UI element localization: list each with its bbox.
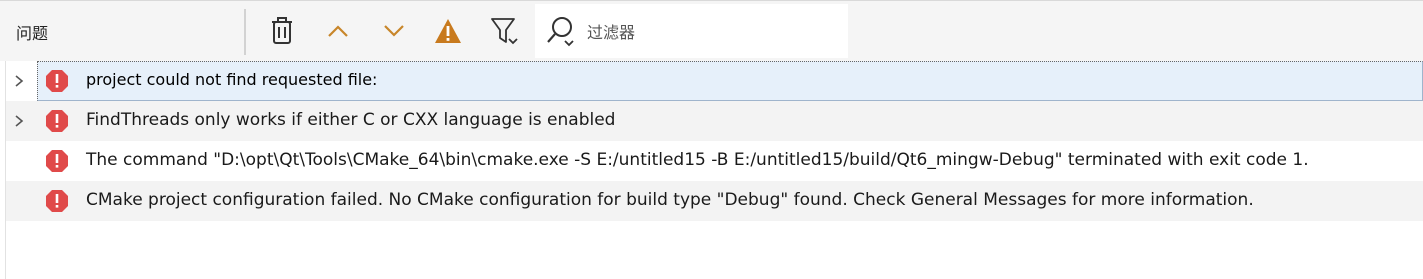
clear-button[interactable] <box>266 15 298 47</box>
issue-row[interactable]: The command "D:\opt\Qt\Tools\CMake_64\bi… <box>6 141 1423 181</box>
issue-message: CMake project configuration failed. No C… <box>86 190 1254 210</box>
issues-toolbar: 问题 <box>0 0 1423 61</box>
chevron-down-icon <box>384 25 404 37</box>
filter-box <box>535 4 848 58</box>
chevron-right-icon[interactable] <box>14 114 24 128</box>
error-icon <box>46 70 68 92</box>
issues-list: project could not find requested file: F… <box>0 61 1423 279</box>
filter-input[interactable] <box>585 18 839 46</box>
issue-message: FindThreads only works if either C or CX… <box>86 110 616 130</box>
filter-icon <box>491 18 518 45</box>
filter-menu-button[interactable] <box>489 15 521 47</box>
error-icon <box>46 110 68 132</box>
warning-icon <box>435 19 461 43</box>
issue-row[interactable]: FindThreads only works if either C or CX… <box>6 101 1423 141</box>
previous-button[interactable] <box>322 15 354 47</box>
error-icon <box>46 150 68 172</box>
chevron-right-icon[interactable] <box>14 74 24 88</box>
chevron-up-icon <box>328 25 348 37</box>
trash-icon <box>272 17 292 44</box>
error-icon <box>46 190 68 212</box>
issue-row[interactable]: CMake project configuration failed. No C… <box>6 181 1423 221</box>
issue-row[interactable]: project could not find requested file: <box>6 61 1423 101</box>
toolbar-divider <box>244 9 246 55</box>
panel-title: 问题 <box>16 24 49 43</box>
issue-message: project could not find requested file: <box>86 70 378 89</box>
search-icon <box>547 17 574 47</box>
issue-message: The command "D:\opt\Qt\Tools\CMake_64\bi… <box>86 150 1309 170</box>
next-button[interactable] <box>378 15 410 47</box>
warnings-toggle[interactable] <box>432 15 464 47</box>
